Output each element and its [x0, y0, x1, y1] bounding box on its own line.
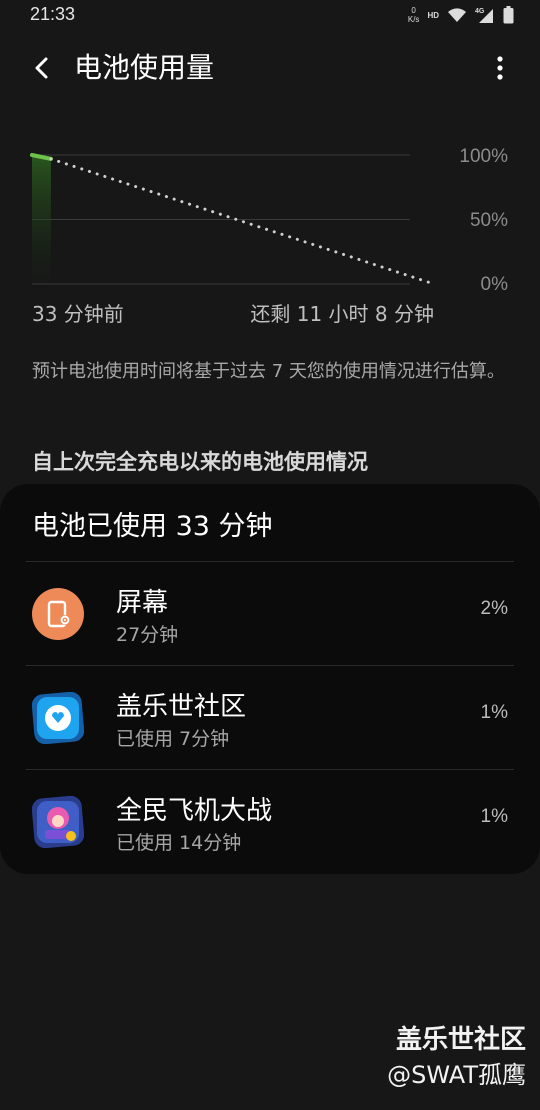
app-name: 全民飞机大战: [116, 796, 273, 826]
status-time: 21:33: [30, 4, 76, 24]
network-type-label: 4G: [475, 8, 485, 15]
watermark-title: 盖乐世社区: [395, 1025, 526, 1055]
app-name: 盖乐世社区: [116, 692, 247, 722]
back-button[interactable]: [22, 50, 62, 86]
app-usage-row[interactable]: 盖乐世社区 已使用 7分钟 1%: [0, 666, 540, 770]
screen-settings-icon: [32, 588, 84, 640]
battery-chart: 100% 50% 0% 33 分钟前 还剩 11 小时 8 分钟: [0, 140, 540, 340]
watermark-author: @SWAT孤鹰: [387, 1061, 526, 1089]
y-tick-label: 0%: [480, 274, 508, 295]
x-label-end: 还剩 11 小时 8 分钟: [250, 302, 434, 326]
hd-badge: HD: [427, 10, 439, 20]
net-speed-unit: K/s: [407, 15, 420, 24]
section-title: 自上次完全充电以来的电池使用情况: [32, 450, 368, 474]
predicted-line: [49, 157, 436, 286]
app-usage-time: 已使用 14分钟: [116, 832, 242, 854]
more-options-button[interactable]: [484, 52, 516, 84]
used-area: [32, 155, 51, 284]
app-usage-percent: 2%: [480, 598, 508, 619]
estimate-description: 预计电池使用时间将基于过去 7 天您的使用情况进行估算。: [32, 361, 505, 382]
game-app-icon: [31, 795, 85, 849]
net-speed-value: 0: [411, 6, 416, 15]
app-usage-time: 已使用 7分钟: [116, 728, 230, 750]
usage-card: 电池已使用 33 分钟 屏幕 27分钟 2% 盖乐世社区 已使用 7分钟 1% …: [0, 484, 540, 874]
more-options-icon: [497, 56, 503, 80]
status-icons: 0 K/s HD 4G: [408, 4, 514, 26]
page-title: 电池使用量: [74, 51, 215, 84]
status-bar: 21:33 0 K/s HD 4G: [0, 0, 540, 30]
app-usage-row[interactable]: 全民飞机大战 已使用 14分钟 1%: [0, 770, 540, 874]
y-tick-label: 100%: [459, 146, 508, 167]
app-usage-time: 27分钟: [116, 624, 179, 646]
back-arrow-icon: [35, 57, 48, 79]
app-usage-percent: 1%: [480, 806, 508, 827]
galaxy-community-icon: [31, 691, 85, 745]
watermark: 盖乐世社区 @SWAT孤鹰: [387, 1022, 526, 1092]
net-speed-indicator: 0 K/s: [408, 6, 420, 24]
app-name: 屏幕: [116, 588, 169, 618]
x-label-start: 33 分钟前: [32, 302, 124, 326]
signal-icon: 4G: [475, 6, 495, 24]
y-tick-label: 50%: [469, 210, 508, 231]
usage-card-title: 电池已使用 33 分钟: [32, 511, 273, 542]
wifi-icon: [447, 7, 467, 23]
battery-icon: [503, 6, 514, 24]
app-bar: 电池使用量: [0, 40, 540, 96]
app-usage-row[interactable]: 屏幕 27分钟 2%: [0, 562, 540, 666]
app-usage-percent: 1%: [480, 702, 508, 723]
